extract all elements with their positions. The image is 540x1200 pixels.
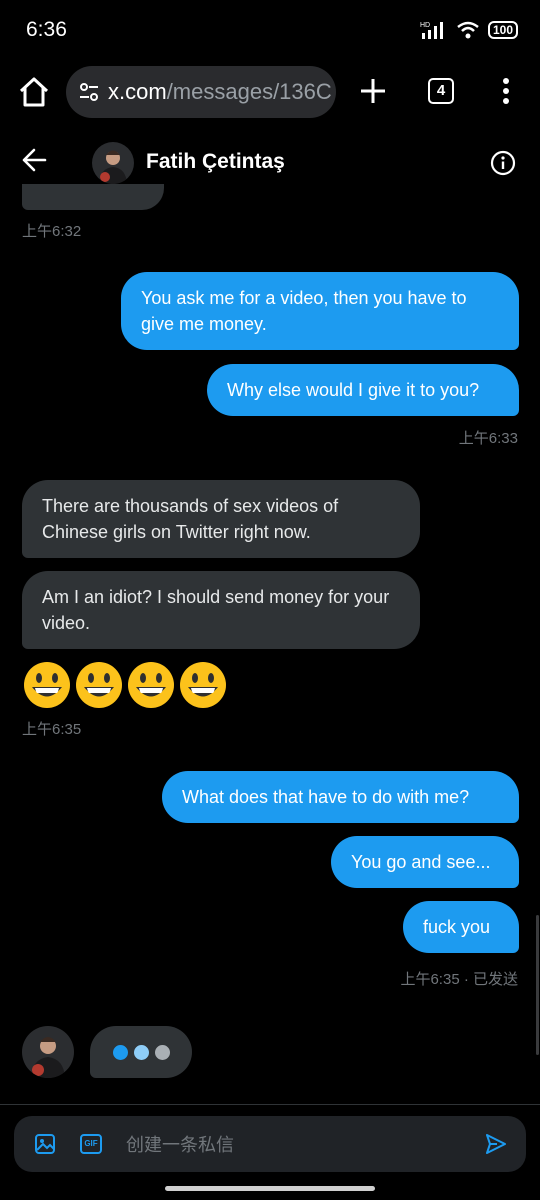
message-bubble-outgoing[interactable]: You go and see...	[331, 836, 519, 888]
avatar[interactable]	[92, 142, 134, 184]
message-timestamp: 上午6:33	[458, 430, 518, 447]
message-bubble-incoming[interactable]: Am I an idiot? I should send money for y…	[22, 571, 420, 649]
info-icon[interactable]	[490, 150, 516, 176]
address-bar[interactable]: x.com/messages/136C	[66, 66, 336, 118]
message-input[interactable]	[124, 1126, 468, 1164]
arrow-left-icon[interactable]	[20, 146, 48, 174]
tune-icon[interactable]	[78, 81, 100, 103]
typing-dot	[133, 1044, 149, 1060]
gif-icon[interactable]: GIF	[80, 1134, 102, 1154]
network-label: HD	[420, 22, 430, 29]
typing-indicator	[90, 1026, 192, 1078]
signal-icon: HD	[420, 22, 443, 39]
status-icons: HD 100	[420, 20, 518, 40]
message-bubble-outgoing[interactable]: You ask me for a video, then you have to…	[121, 272, 519, 350]
grinning-face-icon	[76, 662, 122, 708]
grinning-face-icon	[128, 662, 174, 708]
message-bubble-incoming[interactable]: There are thousands of sex videos of Chi…	[22, 480, 420, 558]
image-icon[interactable]	[34, 1133, 56, 1155]
wifi-icon	[457, 21, 479, 39]
message-composer: GIF	[14, 1116, 526, 1172]
message-bubble-outgoing[interactable]: Why else would I give it to you?	[207, 364, 519, 416]
status-time: 6:36	[26, 18, 67, 41]
url-path: /messages/136C	[166, 79, 332, 104]
scrollbar[interactable]	[536, 915, 539, 1055]
home-indicator[interactable]	[165, 1186, 375, 1191]
typing-dot	[112, 1044, 128, 1060]
divider	[0, 1104, 540, 1105]
contact-name[interactable]: Fatih Çetintaş	[146, 150, 285, 174]
emoji-message[interactable]: 😃😃😃😃	[22, 660, 228, 710]
grinning-face-icon	[24, 662, 70, 708]
plus-icon[interactable]	[356, 74, 390, 108]
grinning-face-icon	[180, 662, 226, 708]
battery-icon: 100	[487, 21, 518, 39]
message-timestamp: 上午6:35	[22, 721, 82, 738]
message-bubble-outgoing[interactable]: What does that have to do with me?	[162, 771, 519, 823]
more-vert-icon[interactable]	[496, 74, 516, 108]
home-icon[interactable]	[16, 74, 52, 110]
typing-dot	[154, 1044, 170, 1060]
avatar[interactable]	[22, 1026, 74, 1078]
status-bar: 6:36 HD 100	[0, 0, 540, 60]
message-status: 上午6:35 · 已发送	[400, 971, 518, 988]
url-host: x.com	[108, 79, 167, 104]
browser-toolbar: x.com/messages/136C 4	[0, 60, 540, 126]
message-bubble-incoming[interactable]	[22, 184, 164, 210]
send-icon[interactable]	[484, 1132, 508, 1156]
tab-switcher-button[interactable]: 4	[428, 78, 454, 104]
url-text: x.com/messages/136C	[108, 79, 332, 105]
message-timestamp: 上午6:32	[22, 223, 82, 240]
message-bubble-outgoing[interactable]: fuck you	[403, 901, 519, 953]
